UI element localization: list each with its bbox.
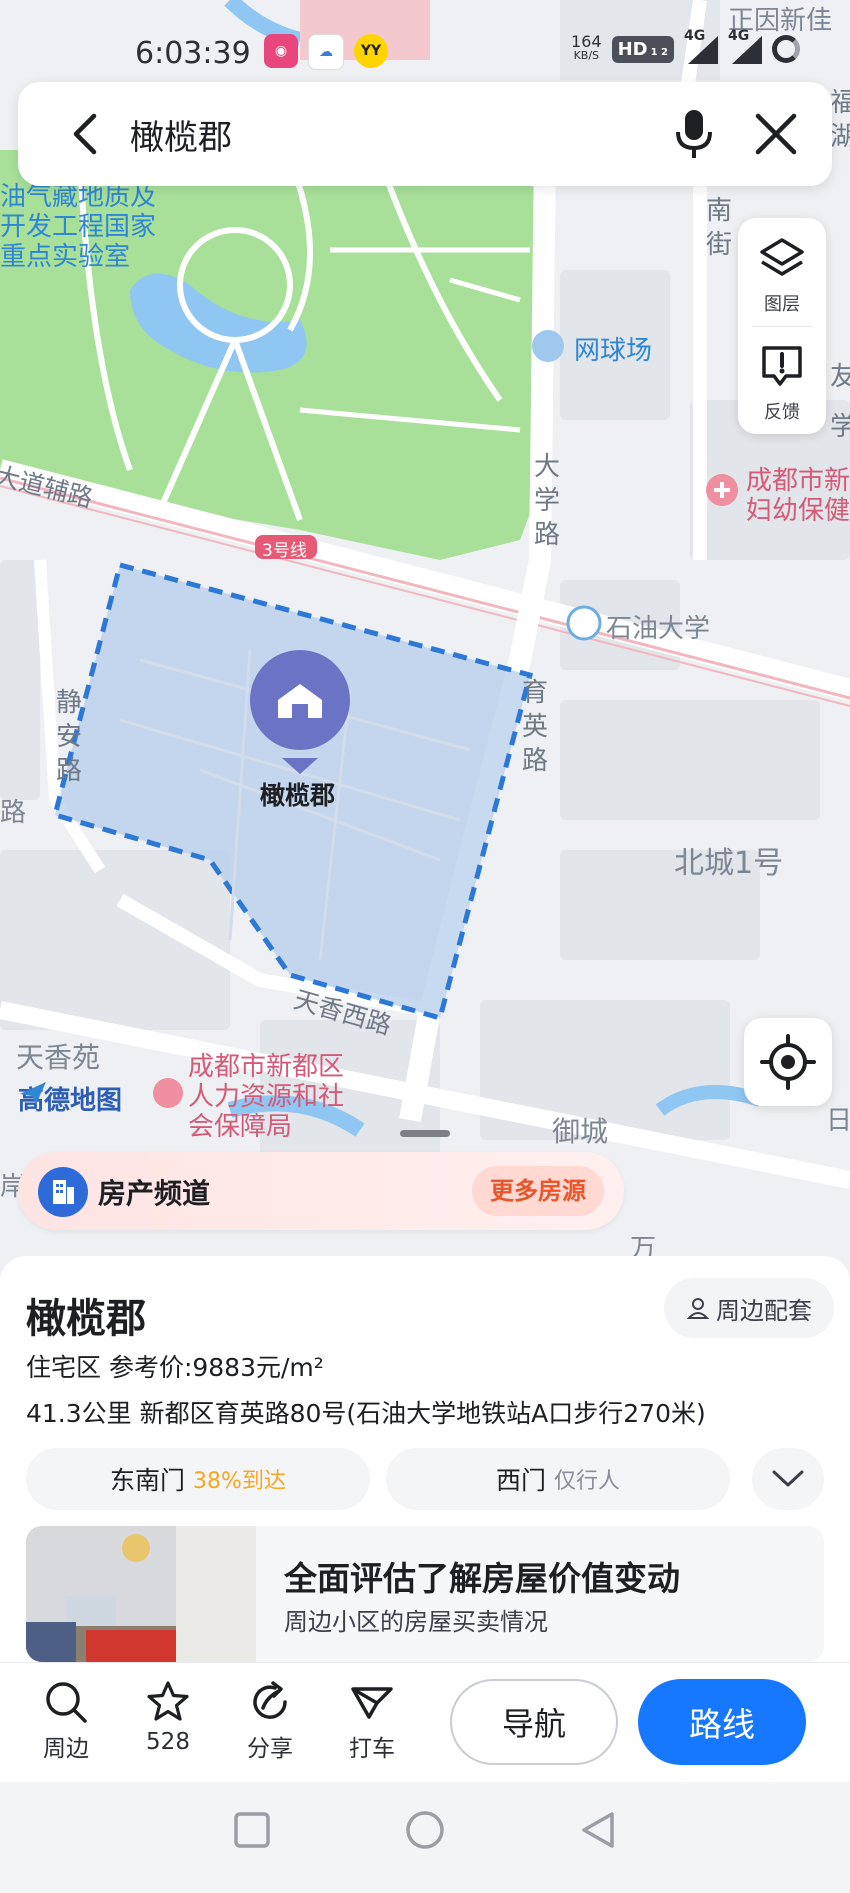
place-meta: 住宅区 参考价:9883元/m² [26, 1353, 324, 1382]
system-navigation-bar [0, 1782, 850, 1889]
label-edge-lu: 路 [0, 798, 27, 828]
layers-button[interactable]: 图层 [738, 222, 826, 322]
feedback-button[interactable]: 反馈 [738, 330, 826, 430]
feedback-label: 反馈 [764, 402, 800, 423]
gate-southeast-name: 东南门 [110, 1466, 186, 1495]
yy-app-icon: YY [354, 34, 388, 68]
person-icon [686, 1298, 710, 1319]
label-tianxiangyuan[interactable]: 天香苑 [16, 1036, 100, 1076]
hd-badge: HD 1 2 [611, 35, 674, 63]
gate-southeast-note: 38%到达 [193, 1469, 286, 1494]
taxi-button[interactable]: 打车 [332, 1679, 412, 1763]
label-road-jingan: 静安路 [56, 688, 83, 786]
search-query[interactable]: 橄榄郡 [130, 110, 232, 159]
notification-app-icon-1: ◉ [264, 34, 298, 68]
net-speed: 164 KB/S [571, 32, 602, 63]
label-edge-hu: 湖 [830, 122, 850, 152]
share-icon [253, 1681, 287, 1719]
label-road-yuying: 育英路 [522, 678, 549, 776]
promo-title: 全面评估了解房屋价值变动 [284, 1559, 680, 1598]
feedback-icon [762, 346, 802, 386]
place-detail-sheet: 橄榄郡 周边配套 住宅区 参考价:9883元/m² 41.3公里 新都区育英路8… [0, 1256, 850, 1662]
gate-southeast[interactable]: 东南门 38%到达 [26, 1448, 370, 1510]
chevron-down-icon [772, 1470, 804, 1487]
label-hospital[interactable]: 成都市新 妇幼保健 [746, 466, 850, 526]
tools-divider [752, 326, 812, 327]
microphone-icon[interactable] [672, 108, 716, 160]
property-channel-banner[interactable]: 房产频道 更多房源 [18, 1152, 624, 1230]
more-listings-button[interactable]: 更多房源 [472, 1166, 604, 1216]
navigate-button[interactable]: 导航 [450, 1679, 618, 1765]
gate-west-name: 西门 [495, 1466, 546, 1495]
sheet-grab-handle[interactable] [400, 1130, 450, 1137]
value-assessment-card[interactable]: 全面评估了解房屋价值变动 周边小区的房屋买卖情况 [26, 1526, 824, 1662]
share-button[interactable]: 分享 [230, 1679, 310, 1763]
label-metro-station[interactable]: 石油大学 [606, 608, 710, 645]
home-icon[interactable] [406, 1811, 444, 1849]
cloud-app-icon: ☁ [308, 34, 344, 70]
status-time: 6:03:39 [135, 36, 251, 71]
hd-sub: 1 2 [650, 46, 668, 58]
route-button[interactable]: 路线 [638, 1679, 806, 1765]
status-indicators: 164 KB/S HD 1 2 4G 4G [571, 28, 800, 64]
map-logo: 高德地图 [18, 1080, 122, 1117]
net-speed-unit: KB/S [573, 49, 600, 62]
back-nav-icon[interactable] [582, 1812, 614, 1848]
action-bar: 周边 528 分享 打车 导航 路线 [0, 1662, 850, 1783]
back-icon[interactable] [62, 110, 110, 158]
search-icon [46, 1682, 87, 1723]
label-edge-fu: 福 [830, 88, 850, 118]
label-metro-line: 3号线 [262, 541, 307, 561]
signal-icon-1: 4G [684, 28, 718, 64]
place-name: 橄榄郡 [26, 1296, 146, 1342]
label-road-daxue: 大学路 [534, 452, 561, 550]
logo-icon [20, 1082, 46, 1104]
status-bar: 6:03:39 ◉ ☁ YY 164 KB/S HD 1 2 4G 4G [0, 0, 850, 80]
share-label: 分享 [247, 1736, 293, 1762]
property-photo [26, 1526, 256, 1662]
net-speed-value: 164 [571, 32, 602, 51]
label-selected-poi[interactable]: 橄榄郡 [260, 776, 335, 812]
star-icon [147, 1681, 189, 1721]
label-beicheng[interactable]: 北城1号 [674, 838, 783, 882]
locate-icon [760, 1034, 816, 1090]
status-app-icons: ◉ ☁ YY [264, 34, 388, 70]
map-view[interactable]: 油气藏地质及 开发工程国家 重点实验室 网球场 成都市新 妇幼保健 3号线 石油… [0, 0, 850, 1270]
label-yucheng[interactable]: 御城 [552, 1110, 608, 1150]
gate-west[interactable]: 西门 仅行人 [386, 1448, 730, 1510]
nearby-button[interactable]: 周边 [26, 1679, 106, 1763]
label-road-nanjie: 南街 [706, 196, 733, 260]
map-tools-panel: 图层 反馈 [738, 218, 826, 434]
nearby-label: 周边 [43, 1736, 89, 1762]
favorite-count: 528 [146, 1729, 190, 1755]
expand-gates-button[interactable] [752, 1448, 824, 1510]
metro-station-icon [566, 605, 602, 641]
close-icon[interactable] [754, 112, 798, 156]
layers-label: 图层 [764, 294, 800, 315]
label-hr-bureau[interactable]: 成都市新都区 人力资源和社 会保障局 [188, 1052, 368, 1142]
signal-icon-2: 4G [728, 28, 762, 64]
banner-title: 房产频道 [98, 1177, 211, 1210]
label-lab: 油气藏地质及 开发工程国家 重点实验室 [0, 182, 157, 272]
taxi-label: 打车 [349, 1736, 395, 1762]
building-icon [38, 1167, 88, 1217]
favorite-button[interactable]: 528 [128, 1679, 208, 1755]
locate-button[interactable] [744, 1018, 832, 1106]
nearby-facilities-button[interactable]: 周边配套 [664, 1278, 834, 1338]
promo-subtitle: 周边小区的房屋买卖情况 [284, 1608, 548, 1636]
place-address: 41.3公里 新都区育英路80号(石油大学地铁站A口步行270米) [26, 1399, 706, 1428]
tennis-pin [532, 330, 564, 362]
nearby-facilities-label: 周边配套 [716, 1296, 812, 1325]
recent-apps-icon[interactable] [234, 1812, 270, 1848]
search-bar[interactable]: 橄榄郡 [18, 82, 832, 186]
battery-ring-icon [772, 35, 800, 63]
gate-west-note: 仅行人 [554, 1469, 621, 1494]
label-edge-you: 友 [830, 362, 850, 392]
taxi-icon [351, 1687, 393, 1719]
layers-icon [760, 238, 804, 276]
label-tennis[interactable]: 网球场 [574, 330, 652, 367]
label-edge-xue: 学 [830, 412, 850, 442]
